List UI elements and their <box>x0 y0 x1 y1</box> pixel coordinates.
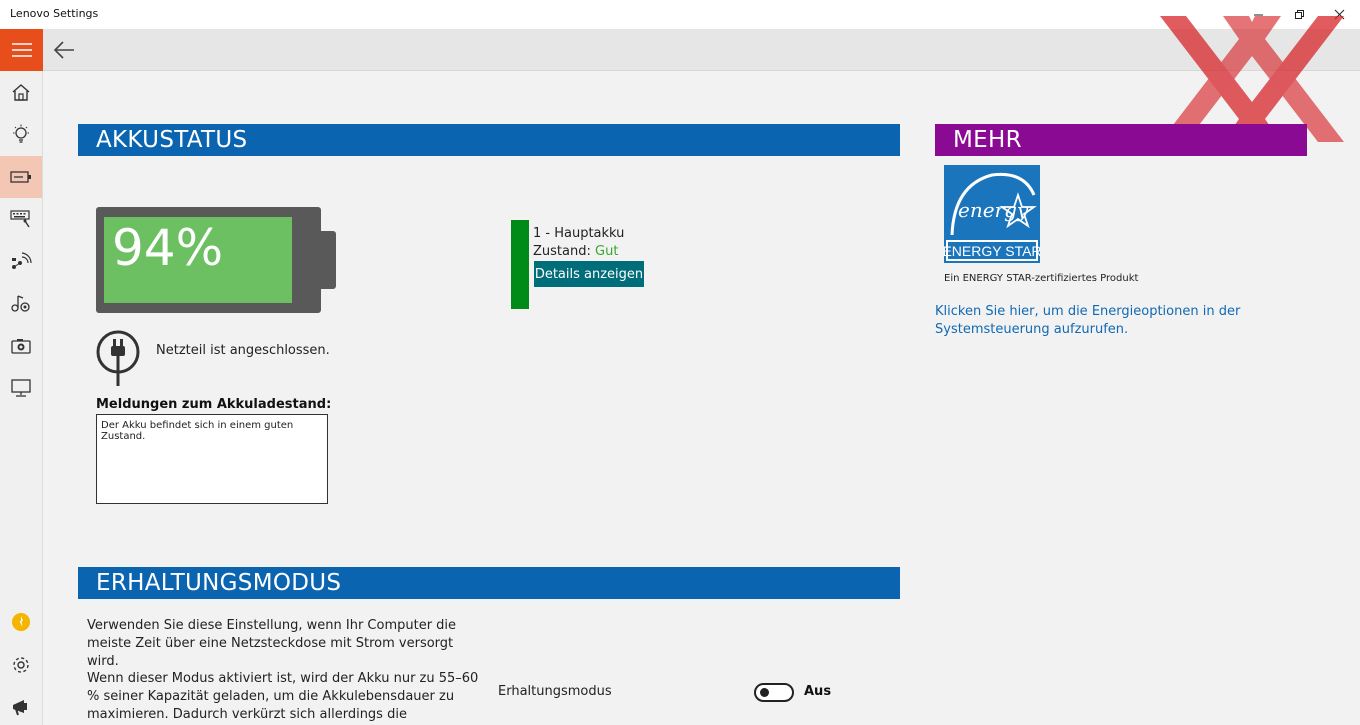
erhaltungsmodus-description-1: Verwenden Sie diese Einstellung, wenn Ih… <box>87 618 457 669</box>
display-icon <box>11 379 31 397</box>
battery-percent: 94% <box>112 219 224 277</box>
details-button[interactable]: Details anzeigen <box>534 261 644 287</box>
megaphone-icon <box>13 700 27 716</box>
power-plug-icon <box>96 330 140 386</box>
sidebar-item-audio[interactable] <box>0 282 42 324</box>
messages-box: Der Akku befindet sich in einem guten Zu… <box>96 414 328 504</box>
keyboard-icon <box>10 210 30 228</box>
erhaltungsmodus-toggle-label: Erhaltungsmodus <box>498 684 612 699</box>
energy-star-logo-text: ENERGY STAR <box>944 243 1040 259</box>
sidebar-item-lighting[interactable] <box>0 113 42 155</box>
battery-state-label: Zustand: <box>533 244 595 259</box>
erhaltungsmodus-header: ERHALTUNGSMODUS <box>78 567 900 599</box>
title-bar: Lenovo Settings <box>0 0 1360 29</box>
sidebar-item-battery[interactable] <box>0 156 42 198</box>
toggle-knob <box>760 688 769 697</box>
battery-icon <box>10 171 31 183</box>
battery-health-bar <box>511 220 529 309</box>
adapter-status-text: Netzteil ist angeschlossen. <box>156 343 330 358</box>
messages-text: Der Akku befindet sich in einem guten Zu… <box>101 420 294 442</box>
audio-icon <box>11 295 30 312</box>
akkustatus-header: AKKUSTATUS <box>78 124 900 156</box>
sidebar-item-home[interactable] <box>0 71 42 113</box>
energy-star-icon: energy ENERGY STAR <box>942 165 1042 263</box>
battery-state-value: Gut <box>595 244 619 259</box>
lightbulb-icon <box>13 124 29 143</box>
battery-gauge: 94% <box>96 207 336 313</box>
toolbar <box>0 29 1360 71</box>
app-title: Lenovo Settings <box>10 7 99 20</box>
sidebar-item-network[interactable] <box>0 240 42 282</box>
sidebar-item-camera[interactable] <box>0 325 42 367</box>
network-icon <box>12 252 32 269</box>
menu-button[interactable] <box>0 29 43 71</box>
back-button[interactable] <box>50 37 78 63</box>
yellow-badge-icon <box>12 613 30 631</box>
erhaltungsmodus-description-2: Wenn dieser Modus aktiviert ist, wird de… <box>87 671 479 722</box>
camera-icon <box>11 339 31 354</box>
sidebar-item-feedback[interactable] <box>0 686 42 725</box>
messages-label: Meldungen zum Akkuladestand: <box>96 397 332 412</box>
energy-star-logo: energy ENERGY STAR <box>942 165 1042 263</box>
hamburger-menu-icon <box>11 43 32 57</box>
sidebar-item-rewards[interactable] <box>0 601 42 643</box>
energy-star-caption: Ein ENERGY STAR-zertifiziertes Produkt <box>944 273 1139 284</box>
sidebar-item-display[interactable] <box>0 367 42 409</box>
erhaltungsmodus-toggle-state: Aus <box>804 684 832 699</box>
back-arrow-icon <box>53 41 74 59</box>
home-icon <box>12 84 30 101</box>
erhaltungsmodus-toggle[interactable] <box>754 683 794 702</box>
sidebar <box>0 71 43 725</box>
energy-options-link[interactable]: Klicken Sie hier, um die Energieoptionen… <box>935 303 1265 339</box>
mehr-header: MEHR <box>935 124 1307 156</box>
battery-nub <box>321 231 336 289</box>
gear-icon <box>13 657 29 673</box>
battery-name: 1 - Hauptakku <box>533 226 625 241</box>
sidebar-item-input[interactable] <box>0 198 42 240</box>
sidebar-item-settings[interactable] <box>0 644 42 686</box>
battery-state: Zustand: Gut <box>533 244 618 259</box>
